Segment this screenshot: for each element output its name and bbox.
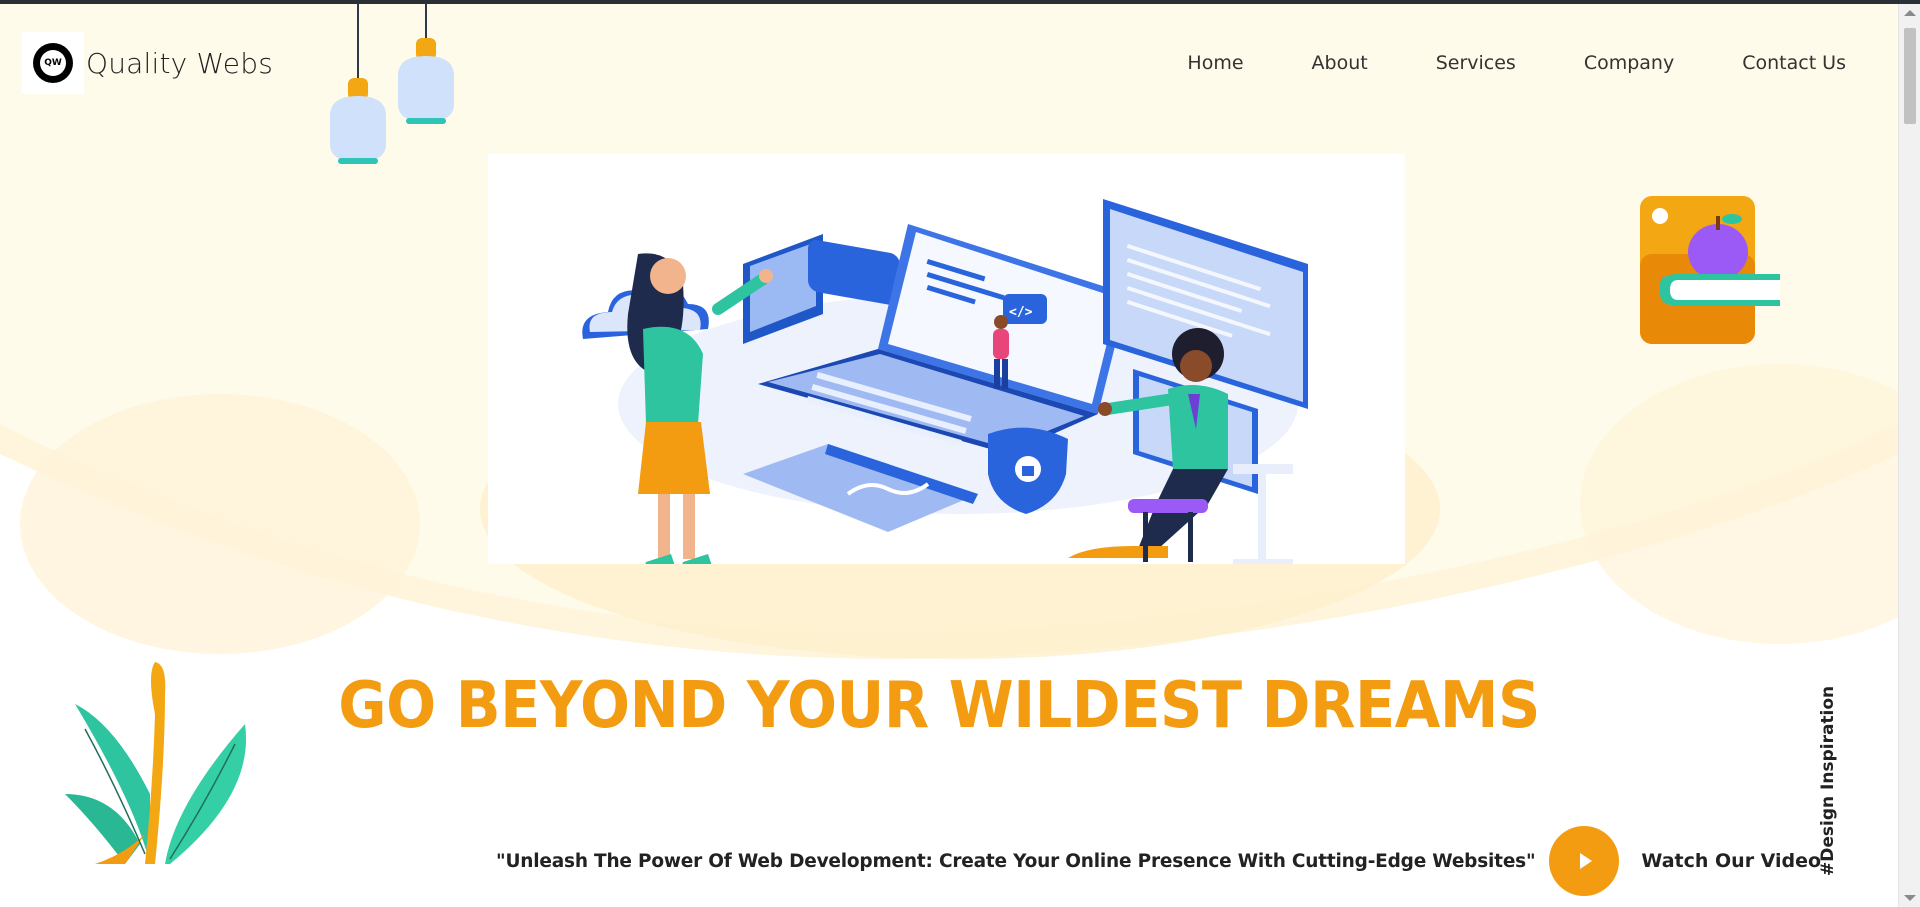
- scroll-up-icon[interactable]: [1904, 10, 1916, 16]
- watch-video-link[interactable]: Watch Our Video: [1641, 850, 1821, 872]
- play-icon: [1579, 853, 1592, 869]
- hero-cta-row: "Unleash The Power Of Web Development: C…: [496, 826, 1821, 896]
- scroll-down-icon[interactable]: [1904, 895, 1916, 901]
- design-inspiration-tag: #Design Inspiration: [1818, 685, 1838, 876]
- page: QW Quality Webs Home About Services Comp…: [0, 4, 1898, 907]
- main-nav: Home About Services Company Contact Us: [1119, 52, 1846, 74]
- brand-logo[interactable]: QW Quality Webs: [22, 32, 273, 94]
- play-video-button[interactable]: [1549, 826, 1620, 896]
- hero-headline: GO BEYOND YOUR WILDEST DREAMS: [0, 669, 1898, 743]
- page-scrollbar[interactable]: [1898, 4, 1920, 907]
- nav-services[interactable]: Services: [1436, 52, 1516, 74]
- scroll-thumb[interactable]: [1904, 28, 1916, 124]
- code-label: </>: [1009, 305, 1033, 320]
- nav-company[interactable]: Company: [1584, 52, 1674, 74]
- hero-illustration-card: CMS </>: [488, 154, 1405, 569]
- hero-illustration: CMS </>: [582, 199, 1308, 569]
- logo-mark: QW: [22, 32, 84, 94]
- nav-home[interactable]: Home: [1187, 52, 1243, 74]
- hero-headline-text: GO BEYOND YOUR WILDEST DREAMS: [338, 669, 1540, 743]
- apple-book-icon: [1640, 196, 1780, 344]
- cms-label: CMS: [818, 211, 870, 243]
- nav-contact-us[interactable]: Contact Us: [1742, 52, 1846, 74]
- pendant-lamp-icon: [330, 4, 454, 164]
- logo-text: QW: [40, 50, 66, 76]
- brand-name: Quality Webs: [86, 46, 273, 80]
- hero-tagline: "Unleash The Power Of Web Development: C…: [496, 850, 1536, 872]
- nav-about[interactable]: About: [1312, 52, 1368, 74]
